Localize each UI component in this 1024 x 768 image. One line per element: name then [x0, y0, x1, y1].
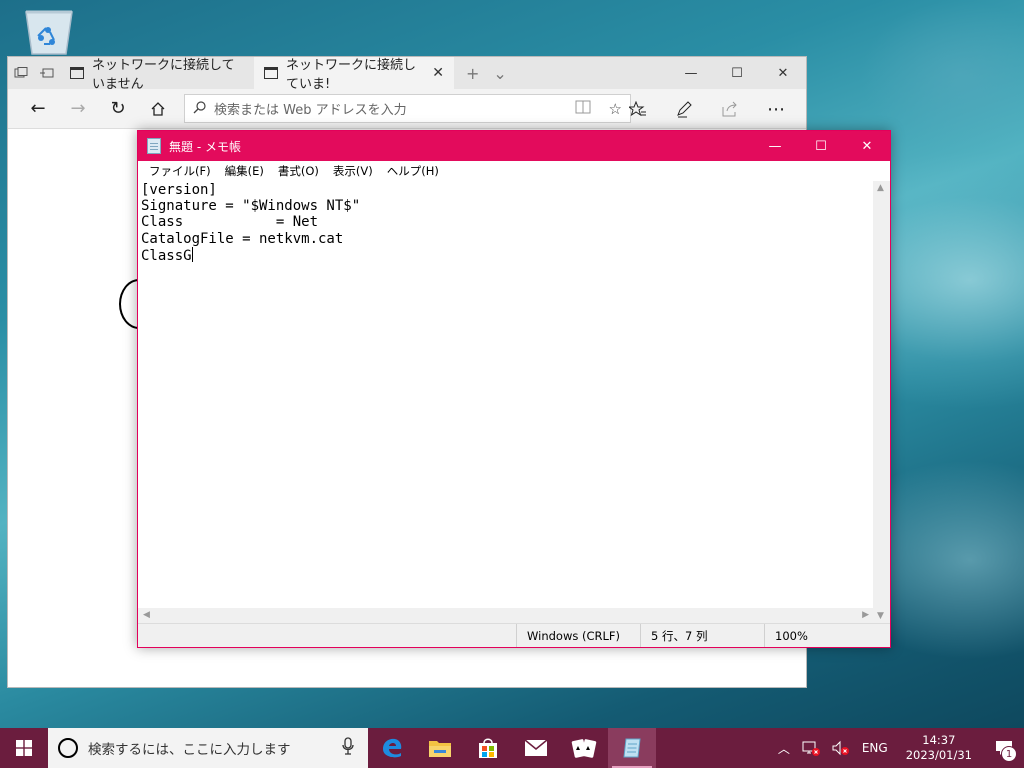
network-disconnected-icon[interactable] [796, 740, 826, 756]
scroll-right-icon[interactable]: ▶ [862, 610, 869, 620]
taskbar-store-icon[interactable] [464, 728, 512, 768]
text-line: CatalogFile = netkvm.cat [141, 230, 344, 247]
status-zoom: 100% [764, 624, 890, 647]
text-line: ClassG [141, 247, 192, 264]
notepad-window: 無題 - メモ帳 — ☐ ✕ ファイル(F) 編集(E) 書式(O) 表示(V)… [137, 130, 891, 648]
show-hidden-icons-chevron-icon[interactable]: ︿ [772, 740, 796, 757]
text-line: Signature = "$Windows NT$" [141, 198, 361, 215]
notepad-app-icon [147, 138, 161, 154]
page-icon [70, 67, 84, 79]
tab-close-icon[interactable]: ✕ [432, 65, 444, 81]
taskbar-solitaire-icon[interactable] [560, 728, 608, 768]
taskbar-notepad-icon[interactable] [608, 728, 656, 768]
maximize-button[interactable]: ☐ [714, 57, 760, 89]
menu-view[interactable]: 表示(V) [326, 163, 380, 179]
scroll-down-icon[interactable]: ▼ [877, 611, 884, 621]
text-line: Class = Net [141, 214, 319, 231]
minimize-button[interactable]: — [668, 57, 714, 89]
search-placeholder: 検索するには、ここに入力します [88, 742, 291, 758]
microphone-icon[interactable] [342, 737, 354, 759]
edge-tab-bar: ネットワークに接続していません ネットワークに接続していま! ✕ + ⌄ — ☐… [8, 57, 806, 92]
maximize-button[interactable]: ☐ [798, 131, 844, 161]
tab-network-1[interactable]: ネットワークに接続していません [60, 57, 254, 92]
close-button[interactable]: ✕ [760, 57, 806, 89]
tab-label: ネットワークに接続していません [92, 58, 235, 92]
notification-badge: 1 [1001, 746, 1017, 762]
taskbar-mail-icon[interactable] [512, 728, 560, 768]
input-language[interactable]: ENG [856, 741, 894, 755]
recycle-bin-icon[interactable] [22, 8, 76, 56]
system-tray: ︿ ENG 14:37 2023/01/31 1 [772, 728, 1024, 768]
clock-date: 2023/01/31 [905, 748, 972, 762]
close-button[interactable]: ✕ [844, 131, 890, 161]
cortana-icon [58, 738, 78, 758]
tab-network-2[interactable]: ネットワークに接続していま! ✕ [254, 57, 454, 92]
horizontal-scrollbar[interactable]: ◀ ▶ [138, 608, 874, 624]
address-bar[interactable]: 検索または Web アドレスを入力 ☆ [184, 94, 631, 123]
forward-icon[interactable]: → [58, 93, 98, 125]
page-icon [264, 67, 278, 79]
taskbar-clock[interactable]: 14:37 2023/01/31 [894, 733, 984, 763]
taskbar-search-box[interactable]: 検索するには、ここに入力します [48, 728, 368, 768]
new-tab-icon[interactable]: + [466, 64, 479, 83]
vertical-scrollbar[interactable]: ▲ ▼ [873, 181, 890, 624]
refresh-icon[interactable]: ↻ [98, 93, 138, 125]
clock-time: 14:37 [922, 733, 956, 747]
edge-nav-bar: ← → ↻ 検索または Web アドレスを入力 ☆ ⋯ [8, 89, 806, 129]
menu-bar: ファイル(F) 編集(E) 書式(O) 表示(V) ヘルプ(H) [138, 161, 890, 181]
start-button[interactable] [0, 728, 48, 768]
back-icon[interactable]: ← [18, 93, 58, 125]
status-position: 5 行、7 列 [640, 624, 764, 647]
set-tabs-aside-icon[interactable] [8, 57, 34, 89]
status-bar: Windows (CRLF) 5 行、7 列 100% [138, 623, 890, 647]
windows-logo-icon [16, 740, 32, 756]
tabs-aside-icon[interactable] [34, 57, 60, 89]
menu-format[interactable]: 書式(O) [271, 163, 326, 179]
tab-label: ネットワークに接続していま! [286, 58, 417, 92]
action-center-button[interactable]: 1 [984, 728, 1024, 768]
reading-view-icon[interactable] [575, 100, 591, 118]
address-placeholder: 検索または Web アドレスを入力 [214, 103, 407, 118]
text-line: [version] [141, 182, 217, 198]
text-editor[interactable]: [version] Signature = "$Windows NT$" Cla… [138, 181, 874, 608]
share-icon[interactable] [710, 93, 750, 125]
notepad-title-bar[interactable]: 無題 - メモ帳 — ☐ ✕ [138, 131, 890, 161]
tab-preview-chevron-icon[interactable]: ⌄ [493, 64, 506, 83]
text-caret [191, 246, 193, 262]
favorites-hub-icon[interactable] [618, 93, 658, 125]
more-options-icon[interactable]: ⋯ [756, 93, 796, 125]
status-encoding: Windows (CRLF) [516, 624, 640, 647]
taskbar-file-explorer-icon[interactable] [416, 728, 464, 768]
web-note-pen-icon[interactable] [664, 93, 704, 125]
taskbar: 検索するには、ここに入力します ︿ ENG 14:37 2023/01/31 1 [0, 728, 1024, 768]
menu-help[interactable]: ヘルプ(H) [380, 163, 446, 179]
menu-edit[interactable]: 編集(E) [218, 163, 271, 179]
minimize-button[interactable]: — [752, 131, 798, 161]
taskbar-edge-icon[interactable] [368, 728, 416, 768]
home-icon[interactable] [138, 93, 178, 125]
volume-muted-icon[interactable] [826, 740, 856, 756]
menu-file[interactable]: ファイル(F) [142, 163, 218, 179]
text-line-with-caret: ClassG [141, 246, 871, 264]
scroll-up-icon[interactable]: ▲ [877, 183, 884, 193]
window-title: 無題 - メモ帳 [169, 139, 241, 154]
search-icon [193, 100, 206, 117]
scroll-left-icon[interactable]: ◀ [143, 610, 150, 620]
